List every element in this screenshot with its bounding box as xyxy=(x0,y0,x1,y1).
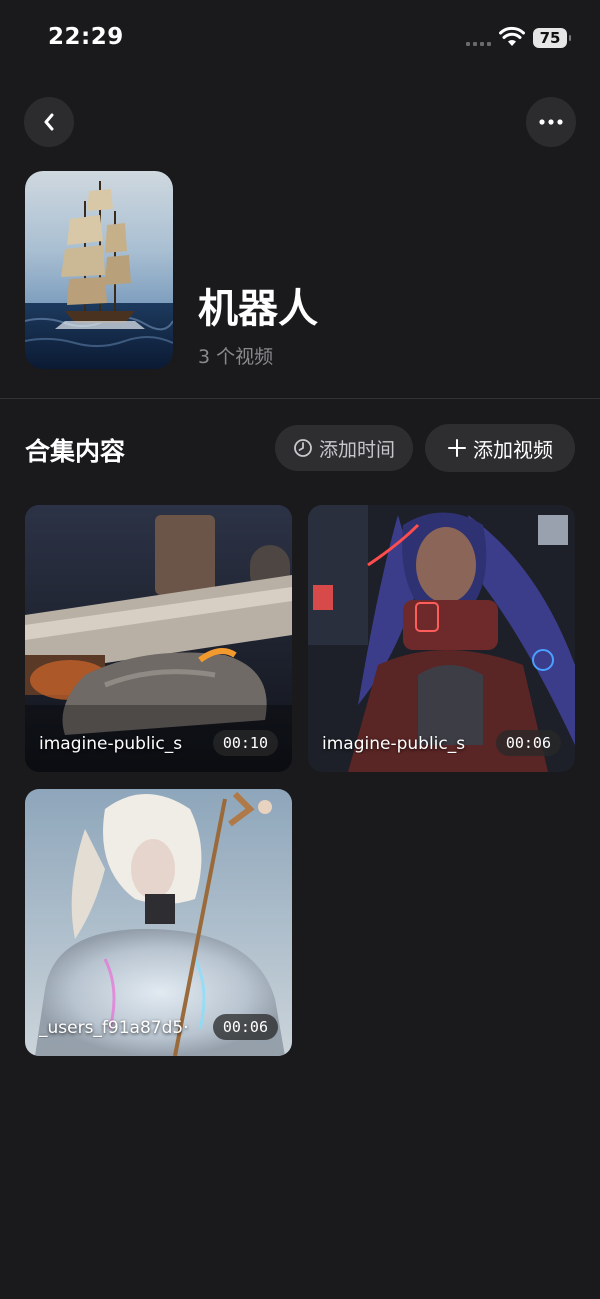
back-button[interactable] xyxy=(24,97,74,147)
clock-icon xyxy=(294,439,312,457)
add-time-label: 添加时间 xyxy=(318,438,395,461)
video-duration: 00:06 xyxy=(495,730,561,756)
add-time-button[interactable]: 添加时间 xyxy=(275,425,413,471)
status-bar: 22:29 75 xyxy=(0,0,600,76)
video-name: _users_f91a87d5· xyxy=(39,1018,189,1038)
video-name: imagine-public_s xyxy=(39,734,183,754)
divider xyxy=(0,398,600,399)
video-card[interactable]: imagine-public_s 00:06 xyxy=(308,505,575,772)
cellular-signal-icon xyxy=(466,42,491,46)
back-arrow-icon xyxy=(44,113,54,131)
section-title: 合集内容 xyxy=(25,437,126,466)
video-duration: 00:10 xyxy=(212,730,278,756)
wifi-icon xyxy=(499,26,525,46)
plus-icon xyxy=(448,439,466,457)
video-card[interactable]: imagine-public_s 00:10 xyxy=(25,505,292,772)
collection-title: 机器人 xyxy=(198,286,318,332)
status-time: 22:29 xyxy=(48,24,124,50)
video-card[interactable]: _users_f91a87d5· 00:06 xyxy=(25,789,292,1056)
video-duration: 00:06 xyxy=(212,1014,278,1040)
add-video-label: 添加视频 xyxy=(473,437,553,462)
more-button[interactable] xyxy=(526,97,576,147)
collection-cover-image xyxy=(25,171,173,369)
video-name: imagine-public_s xyxy=(322,734,466,754)
video-count: 3 个视频 xyxy=(198,346,274,368)
battery-indicator: 75 xyxy=(533,28,571,48)
add-video-button[interactable]: 添加视频 xyxy=(425,424,575,472)
more-dots-icon xyxy=(539,119,563,125)
